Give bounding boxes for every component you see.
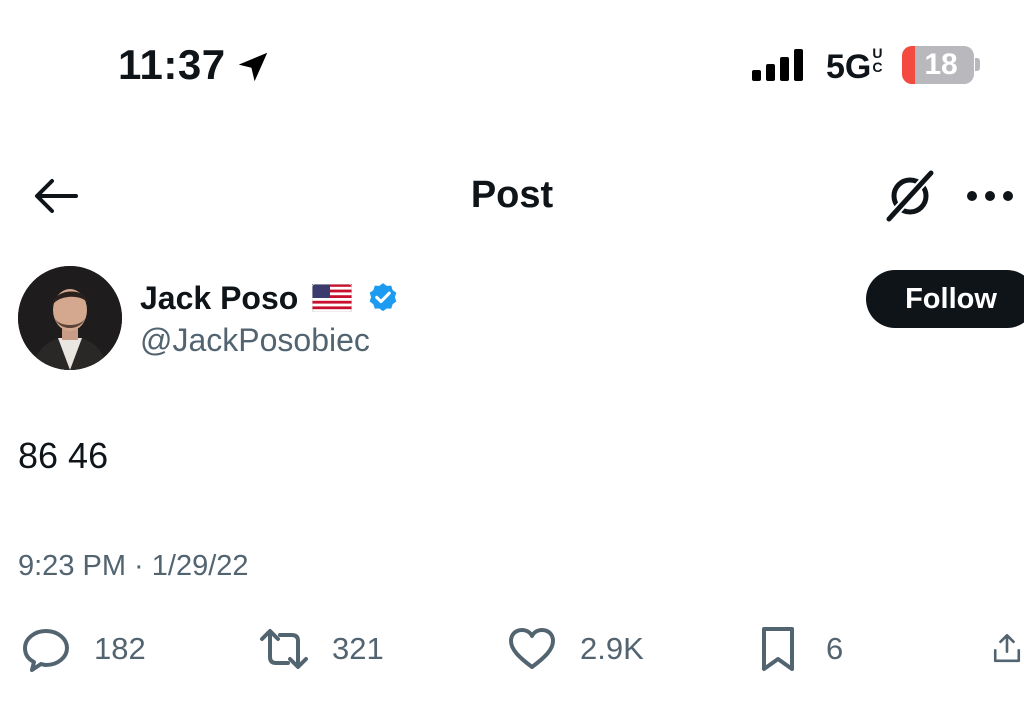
follow-button[interactable]: Follow [866,270,1024,328]
bookmark-count: 6 [826,631,844,666]
post-timestamp[interactable]: 9:23 PM · 1/29/22 [18,548,249,584]
location-arrow-icon [238,52,268,82]
ellipsis-icon[interactable] [962,176,1018,216]
avatar-portrait-icon [18,266,122,370]
repost-count: 321 [332,631,384,666]
author-name-row[interactable]: Jack Poso [140,278,400,318]
post-text: 86 46 [18,435,109,476]
heart-icon [509,628,555,669]
author-display-name[interactable]: Jack Poso [140,278,298,318]
reply-button[interactable]: 182 [20,622,146,676]
page-title: Post [470,174,554,216]
share-button[interactable] [990,622,1024,676]
verified-badge-icon [369,283,397,312]
repost-button[interactable]: 321 [258,622,384,676]
grok-icon[interactable] [882,168,938,224]
network-type: 5GUC [826,46,884,87]
reply-icon [23,629,69,672]
battery-indicator: 18 [902,46,974,84]
share-icon [993,633,1021,663]
author-handle[interactable]: @JackPosobiec [140,320,370,360]
status-time: 11:37 [118,41,226,88]
battery-cap [975,58,980,71]
us-flag-icon [312,284,353,312]
avatar[interactable] [18,266,122,370]
repost-icon [260,629,308,669]
like-count: 2.9K [580,631,644,666]
like-button[interactable]: 2.9K [506,622,644,676]
battery-level: 18 [924,48,958,81]
bookmark-button[interactable]: 6 [752,622,843,676]
network-label: 5G [826,48,872,86]
cell-signal-icon [752,49,803,81]
network-suffix: UC [872,45,883,75]
reply-count: 182 [94,631,146,666]
bookmark-icon [762,627,794,671]
